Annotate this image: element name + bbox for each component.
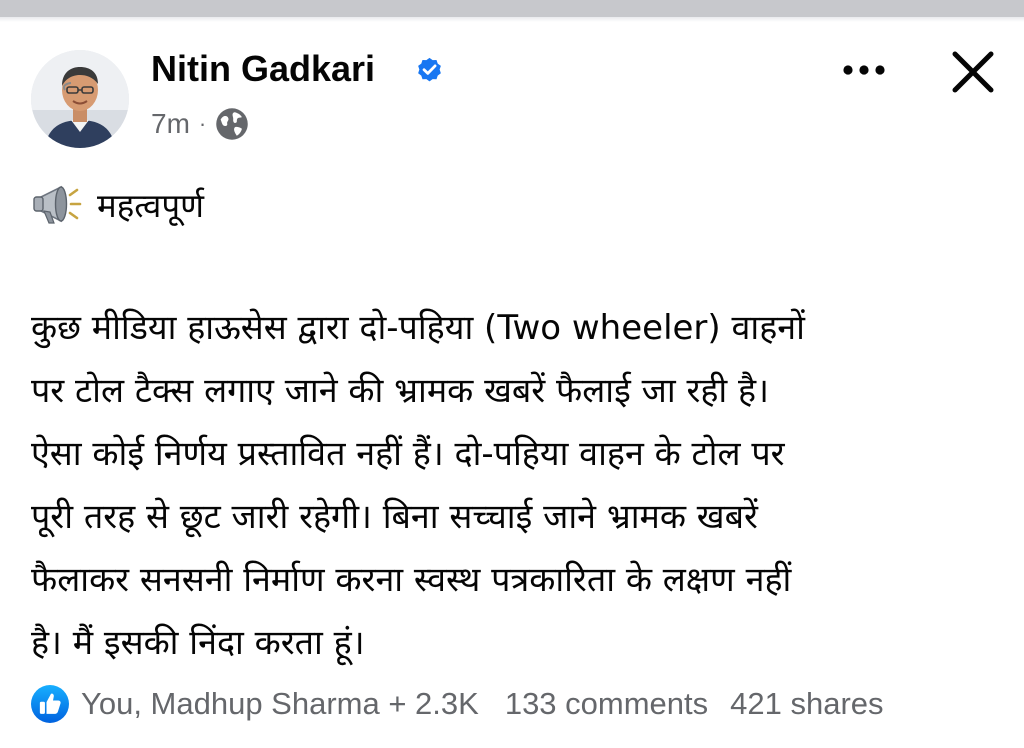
globe-icon xyxy=(216,108,248,140)
like-icon[interactable] xyxy=(31,685,69,723)
ellipsis-icon xyxy=(843,65,885,75)
post-headline: महत्वपूर्ण xyxy=(31,176,204,232)
verified-badge-icon xyxy=(418,57,441,82)
avatar-image xyxy=(31,50,129,148)
megaphone-icon xyxy=(33,185,82,224)
headline-text: महत्वपूर्ण xyxy=(97,185,204,225)
top-edge-shadow xyxy=(0,17,1024,22)
author-name[interactable]: Nitin Gadkari xyxy=(151,47,375,91)
comments-count[interactable]: 133 comments xyxy=(505,686,708,722)
close-icon xyxy=(952,51,994,93)
post-body-text: कुछ मीडिया हाऊसेस द्वारा दो-पहिया (Two w… xyxy=(31,308,805,663)
close-post-button[interactable] xyxy=(943,42,1003,102)
author-avatar[interactable] xyxy=(31,50,129,148)
top-edge-strip xyxy=(0,0,1024,17)
reactors-text[interactable]: You, Madhup Sharma + 2.3K xyxy=(81,686,479,722)
reactions-summary: You, Madhup Sharma + 2.3K 133 comments 4… xyxy=(31,680,1006,728)
meta-separator: · xyxy=(198,111,207,136)
post-meta: 7m · xyxy=(151,104,250,144)
shares-count[interactable]: 421 shares xyxy=(730,686,883,722)
post-timestamp[interactable]: 7m xyxy=(151,108,190,140)
more-options-button[interactable] xyxy=(836,48,892,92)
